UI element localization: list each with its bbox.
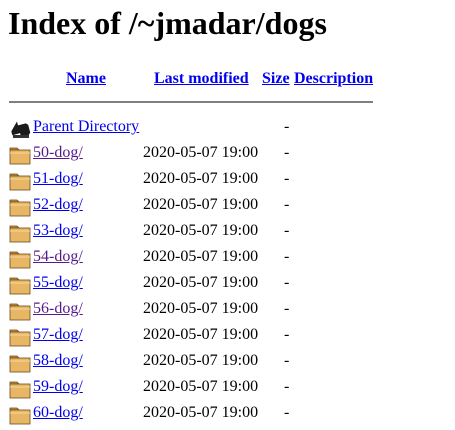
size-cell: -	[284, 196, 290, 213]
directory-row: 58-dog/2020-05-07 19:00 -	[0, 352, 455, 378]
sort-by-description-link[interactable]: Description	[294, 70, 373, 88]
directory-link[interactable]: 56-dog/	[33, 300, 83, 318]
size-cell: -	[284, 404, 290, 421]
size-cell: -	[284, 144, 290, 161]
folder-icon	[9, 355, 31, 373]
directory-row: 56-dog/2020-05-07 19:00 -	[0, 300, 455, 326]
last-modified-cell: 2020-05-07 19:00	[143, 352, 259, 369]
folder-icon	[9, 381, 31, 399]
header-rule	[9, 101, 373, 103]
directory-row: 59-dog/2020-05-07 19:00 -	[0, 378, 455, 404]
parent-directory-link[interactable]: Parent Directory	[33, 118, 139, 136]
size-cell: -	[284, 274, 290, 291]
directory-row: 52-dog/2020-05-07 19:00 -	[0, 196, 455, 222]
directory-row: 60-dog/2020-05-07 19:00 -	[0, 404, 455, 430]
folder-icon	[9, 277, 31, 295]
size-cell: -	[284, 222, 290, 239]
directory-link[interactable]: 58-dog/	[33, 352, 83, 370]
folder-icon	[9, 225, 31, 243]
last-modified-cell: 2020-05-07 19:00	[143, 144, 259, 161]
folder-icon	[9, 329, 31, 347]
directory-row: 51-dog/2020-05-07 19:00 -	[0, 170, 455, 196]
size-cell: -	[284, 170, 290, 187]
folder-icon	[9, 147, 31, 165]
back-arrow-icon	[11, 121, 31, 138]
directory-row: 53-dog/2020-05-07 19:00 -	[0, 222, 455, 248]
last-modified-cell: 2020-05-07 19:00	[143, 170, 259, 187]
directory-row: 50-dog/2020-05-07 19:00 -	[0, 144, 455, 170]
directory-link[interactable]: 54-dog/	[33, 248, 83, 266]
directory-link[interactable]: 51-dog/	[33, 170, 83, 188]
directory-link[interactable]: 52-dog/	[33, 196, 83, 214]
directory-link[interactable]: 50-dog/	[33, 144, 83, 162]
parent-directory-row: Parent Directory -	[0, 118, 455, 144]
size-cell: -	[284, 326, 290, 343]
directory-link[interactable]: 60-dog/	[33, 404, 83, 422]
sort-by-size-link[interactable]: Size	[262, 70, 290, 88]
folder-icon	[9, 303, 31, 321]
last-modified-cell: 2020-05-07 19:00	[143, 196, 259, 213]
directory-link[interactable]: 57-dog/	[33, 326, 83, 344]
folder-icon	[9, 407, 31, 425]
last-modified-cell: 2020-05-07 19:00	[143, 378, 259, 395]
size-cell: -	[284, 300, 290, 317]
directory-link[interactable]: 53-dog/	[33, 222, 83, 240]
size-cell: -	[284, 118, 290, 135]
last-modified-cell: 2020-05-07 19:00	[143, 300, 259, 317]
directory-row: 55-dog/2020-05-07 19:00 -	[0, 274, 455, 300]
last-modified-cell: 2020-05-07 19:00	[143, 248, 259, 265]
directory-link[interactable]: 55-dog/	[33, 274, 83, 292]
last-modified-cell: 2020-05-07 19:00	[143, 274, 259, 291]
last-modified-cell: 2020-05-07 19:00	[143, 404, 259, 421]
last-modified-cell: 2020-05-07 19:00	[143, 326, 259, 343]
directory-row: 54-dog/2020-05-07 19:00 -	[0, 248, 455, 274]
size-cell: -	[284, 378, 290, 395]
last-modified-cell: 2020-05-07 19:00	[143, 222, 259, 239]
folder-icon	[9, 173, 31, 191]
directory-row: 57-dog/2020-05-07 19:00 -	[0, 326, 455, 352]
size-cell: -	[284, 248, 290, 265]
folder-icon	[9, 251, 31, 269]
folder-icon	[9, 199, 31, 217]
sort-by-last-modified-link[interactable]: Last modified	[154, 70, 249, 88]
directory-link[interactable]: 59-dog/	[33, 378, 83, 396]
size-cell: -	[284, 352, 290, 369]
sort-by-name-link[interactable]: Name	[66, 70, 106, 88]
page-title: Index of /~jmadar/dogs	[8, 5, 327, 41]
